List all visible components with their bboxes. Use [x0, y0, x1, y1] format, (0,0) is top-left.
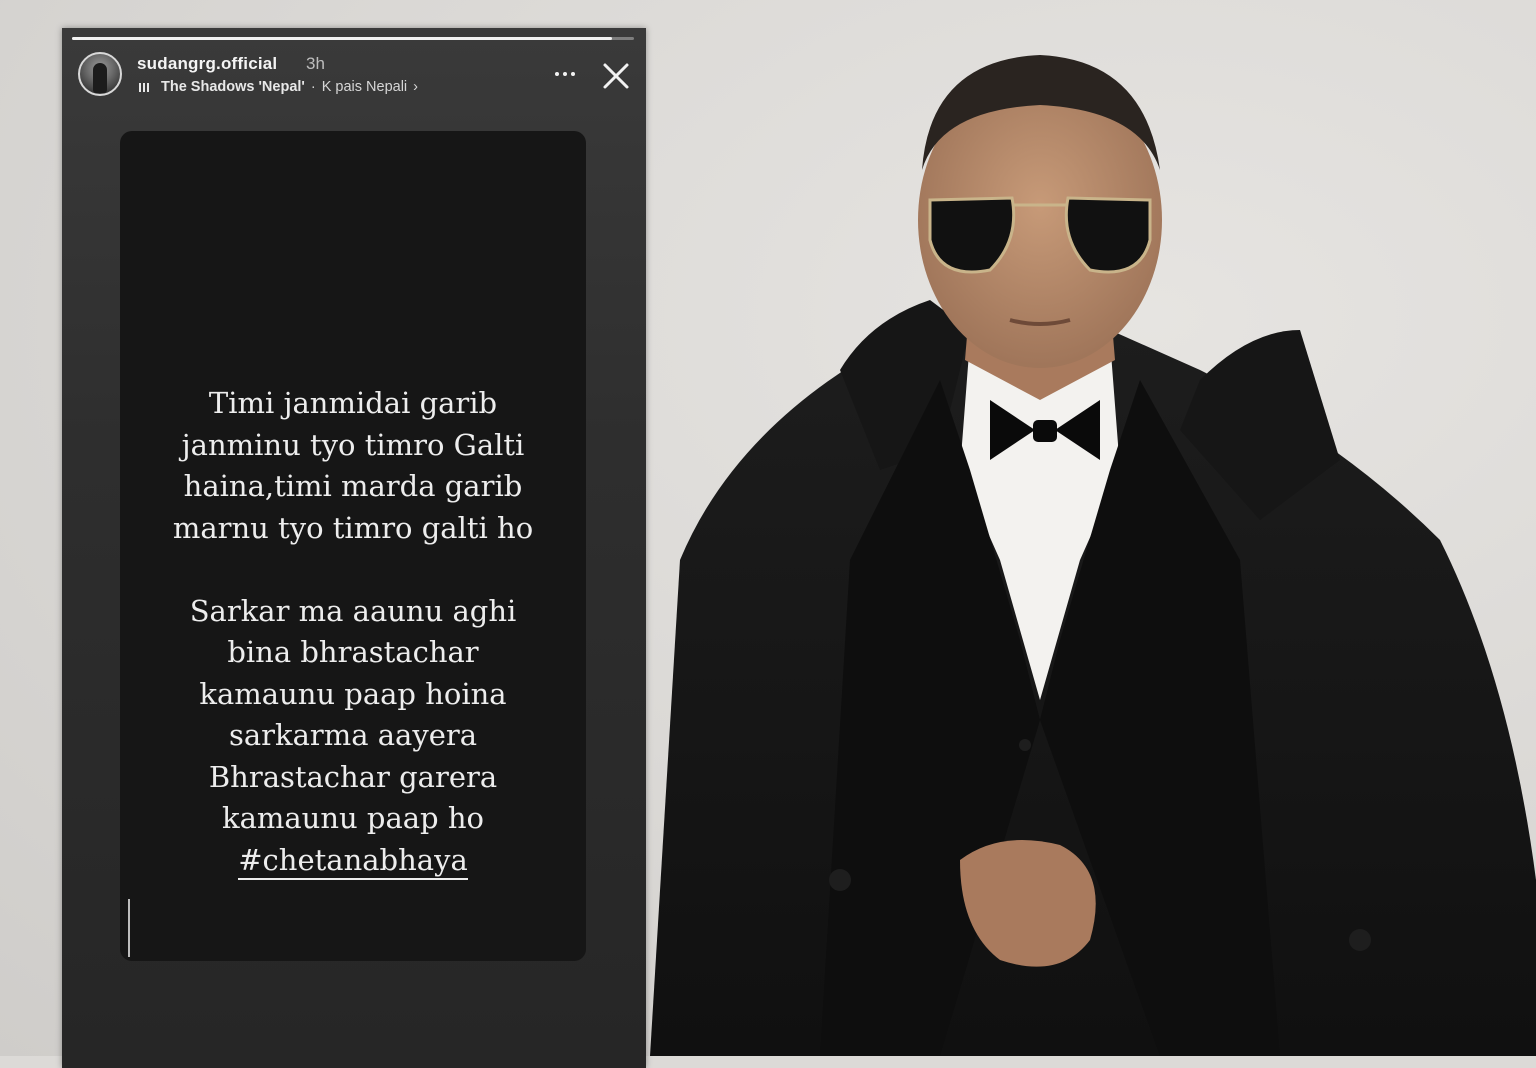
close-icon[interactable]: [598, 58, 634, 94]
story-progress-bar: [72, 37, 634, 40]
story-text-card: Timi janmidai garib janminu tyo timro Gal…: [120, 131, 586, 961]
music-separator: ·: [310, 79, 316, 95]
portrait-photo: [640, 0, 1536, 1056]
avatar[interactable]: [78, 52, 122, 96]
song-title: The Shadows 'Nepal': [161, 79, 305, 95]
story-text-line: janminu tyo timro Galti: [181, 427, 525, 462]
music-attribution[interactable]: The Shadows 'Nepal' · K pais Nepali ›: [139, 79, 418, 95]
story-text-line: haina,timi marda garib: [183, 469, 523, 503]
more-options-icon[interactable]: [550, 62, 580, 86]
story-username[interactable]: sudangrg.official: [137, 54, 277, 74]
story-text-line: Sarkar ma aaunu aghi: [189, 593, 517, 628]
story-text-line: Timi janmidai garib: [208, 386, 498, 420]
music-bars-icon: [139, 82, 149, 92]
story-text-line: kamaunu paap ho: [222, 801, 484, 835]
story-text-line: kamaunu paap hoina: [199, 676, 507, 711]
story-text-line: Bhrastachar garera: [208, 759, 498, 794]
instagram-story-panel: sudangrg.official 3h The Shadows 'Nepal'…: [62, 28, 646, 1068]
avatar-figure: [93, 63, 107, 93]
chevron-right-icon: ›: [413, 79, 418, 95]
artist-name: K pais Nepali: [321, 79, 408, 95]
story-text-line: sarkarma aayera: [228, 718, 478, 752]
story-text-line: marnu tyo timro galti ho: [172, 510, 534, 545]
story-message: Timi janmidai garib janminu tyo timro Gal…: [120, 383, 586, 881]
story-timestamp: 3h: [306, 54, 325, 73]
text-cursor: [128, 899, 130, 957]
story-text-line: bina bhrastachar: [227, 635, 479, 669]
story-progress-fill: [72, 37, 612, 40]
hashtag-link[interactable]: #chetanabhaya: [238, 842, 468, 880]
